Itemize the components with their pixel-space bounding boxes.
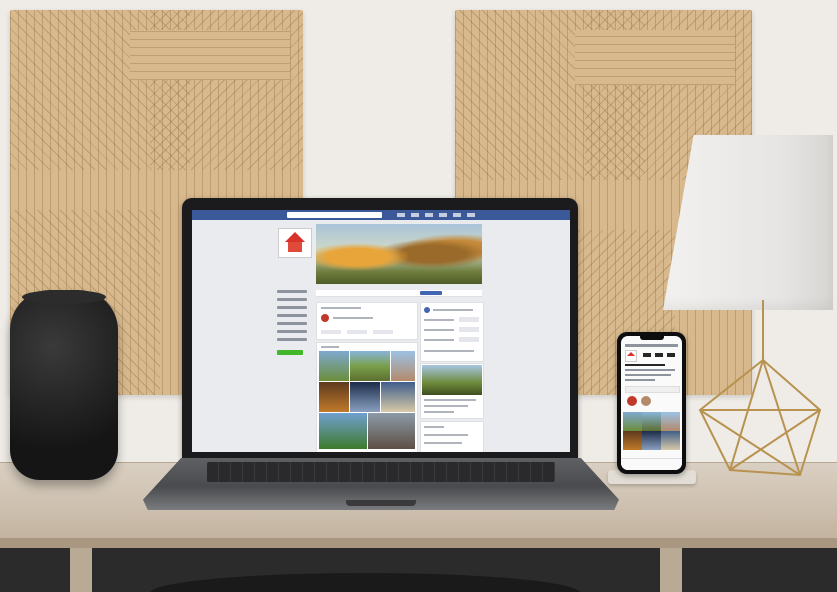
photo-thumbnail[interactable] <box>642 431 661 450</box>
desk-leg <box>660 548 682 592</box>
phone-screen <box>621 336 682 470</box>
search-input[interactable] <box>287 212 382 218</box>
lamp-base <box>698 300 822 477</box>
sidebar-item[interactable] <box>277 290 307 293</box>
post-image[interactable] <box>422 365 482 395</box>
photo-thumbnail[interactable] <box>642 412 661 431</box>
laptop-keyboard <box>207 462 555 482</box>
nav-links[interactable] <box>397 213 477 217</box>
phone-notch <box>640 336 664 340</box>
panel-pattern <box>575 30 735 85</box>
smart-speaker <box>10 290 118 480</box>
house-logo-icon <box>278 228 312 258</box>
photo-thumbnail[interactable] <box>661 412 680 431</box>
desk-scene <box>0 0 837 592</box>
create-page-button[interactable] <box>277 350 303 355</box>
photo-thumbnail[interactable] <box>623 412 642 431</box>
bottom-tab-bar[interactable] <box>621 458 682 470</box>
post-card <box>420 363 484 419</box>
cover-photo <box>316 224 482 284</box>
sidebar-item[interactable] <box>277 298 307 301</box>
sidebar-item[interactable] <box>277 322 307 325</box>
photo-thumbnail[interactable] <box>623 431 642 450</box>
desk-leg <box>70 548 92 592</box>
photo-thumbnail[interactable] <box>319 351 349 381</box>
sidebar-item[interactable] <box>277 306 307 309</box>
sidebar-item[interactable] <box>277 330 307 333</box>
photo-thumbnail[interactable] <box>661 431 680 450</box>
photo-thumbnail[interactable] <box>319 413 367 449</box>
like-button[interactable] <box>420 291 442 295</box>
sidebar-item[interactable] <box>277 338 307 341</box>
panel-pattern <box>130 30 290 80</box>
photo-thumbnail[interactable] <box>319 382 349 412</box>
community-card <box>420 421 484 452</box>
follow-button[interactable] <box>625 386 680 393</box>
photo-thumbnail[interactable] <box>381 382 415 412</box>
info-card <box>420 302 484 362</box>
photo-thumbnail[interactable] <box>368 413 415 449</box>
desk-edge <box>0 538 837 548</box>
create-post-card[interactable] <box>316 302 418 340</box>
laptop-notch <box>346 500 416 506</box>
photos-card <box>316 342 418 452</box>
photo-thumbnail[interactable] <box>350 351 390 381</box>
photo-thumbnail[interactable] <box>350 382 380 412</box>
speaker-top <box>22 290 106 304</box>
sidebar-item[interactable] <box>277 314 307 317</box>
laptop-screen <box>192 210 570 452</box>
page-tabs[interactable] <box>316 290 482 297</box>
photo-thumbnail[interactable] <box>391 351 415 381</box>
house-logo-icon <box>625 350 637 362</box>
